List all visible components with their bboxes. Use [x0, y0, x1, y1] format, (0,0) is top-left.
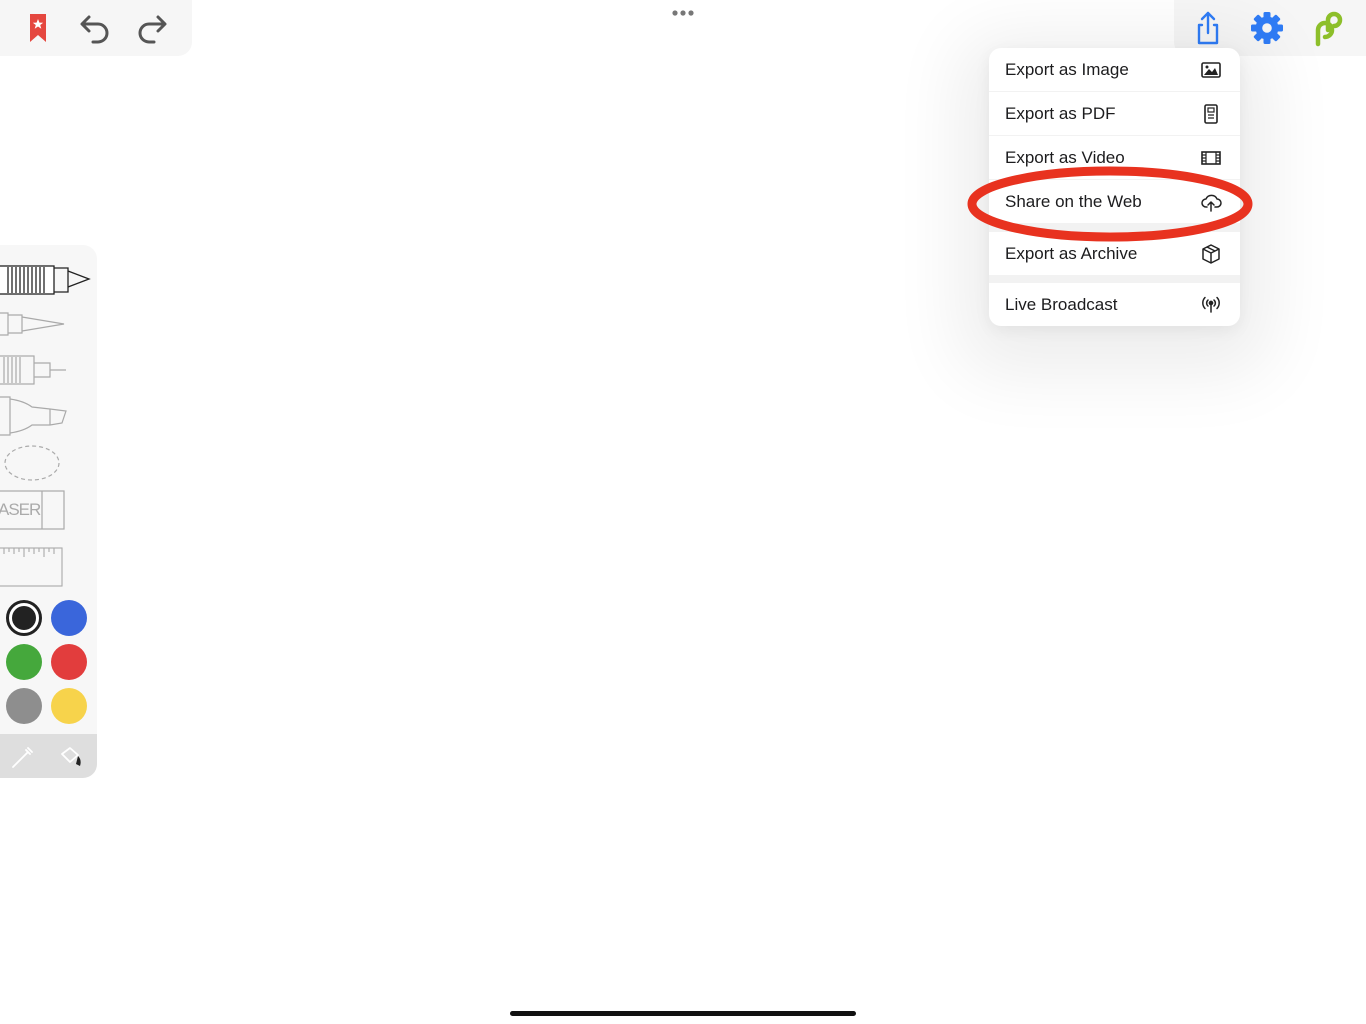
paint-bucket-icon[interactable]	[57, 742, 87, 770]
share-on-web-item[interactable]: Share on the Web	[989, 180, 1240, 223]
bookmark-star-icon[interactable]	[18, 8, 58, 48]
app-logo-icon[interactable]	[1306, 8, 1346, 48]
eraser-tool[interactable]: ASER	[0, 489, 92, 531]
pdf-document-icon	[1200, 103, 1222, 125]
export-menu: Export as Image Export as PDF Export as …	[989, 48, 1240, 326]
color-swatch-blue[interactable]	[51, 600, 87, 636]
broadcast-icon	[1200, 294, 1222, 316]
lasso-tool[interactable]	[0, 441, 92, 485]
menu-item-label: Export as PDF	[1005, 103, 1116, 123]
color-swatch-gray[interactable]	[6, 688, 42, 724]
export-as-pdf-item[interactable]: Export as PDF	[989, 92, 1240, 135]
ruler-tool[interactable]	[0, 545, 92, 589]
undo-icon[interactable]	[74, 8, 114, 48]
color-swatch-green[interactable]	[6, 644, 42, 680]
cloud-upload-icon	[1200, 191, 1222, 213]
live-broadcast-item[interactable]: Live Broadcast	[989, 283, 1240, 326]
ellipsis-icon[interactable]	[668, 6, 698, 20]
gear-icon[interactable]	[1247, 8, 1287, 48]
menu-item-label: Export as Archive	[1005, 243, 1138, 263]
marker-tool[interactable]	[0, 393, 92, 439]
brush-tool[interactable]	[0, 351, 92, 389]
film-icon	[1200, 147, 1222, 169]
box-icon	[1200, 243, 1222, 265]
export-as-video-item[interactable]: Export as Video	[989, 136, 1240, 179]
image-icon	[1200, 59, 1222, 81]
eyedropper-icon[interactable]	[8, 742, 38, 770]
menu-item-label: Export as Image	[1005, 59, 1129, 79]
export-as-image-item[interactable]: Export as Image	[989, 48, 1240, 91]
left-toolbar	[0, 0, 192, 56]
color-swatch-yellow[interactable]	[51, 688, 87, 724]
palette-bottom-bar	[0, 734, 97, 778]
tool-palette: ASER	[0, 245, 97, 778]
eraser-label: ASER	[0, 500, 41, 519]
pen-tool[interactable]	[0, 307, 92, 341]
home-indicator	[510, 1011, 856, 1016]
pencil-tool[interactable]	[0, 259, 92, 299]
color-swatch-red[interactable]	[51, 644, 87, 680]
menu-item-label: Share on the Web	[1005, 191, 1142, 211]
color-swatch-black[interactable]	[6, 600, 42, 636]
redo-icon[interactable]	[133, 8, 173, 48]
export-as-archive-item[interactable]: Export as Archive	[989, 232, 1240, 275]
menu-item-label: Live Broadcast	[1005, 294, 1118, 314]
menu-item-label: Export as Video	[1005, 147, 1125, 167]
share-icon[interactable]	[1188, 8, 1228, 48]
